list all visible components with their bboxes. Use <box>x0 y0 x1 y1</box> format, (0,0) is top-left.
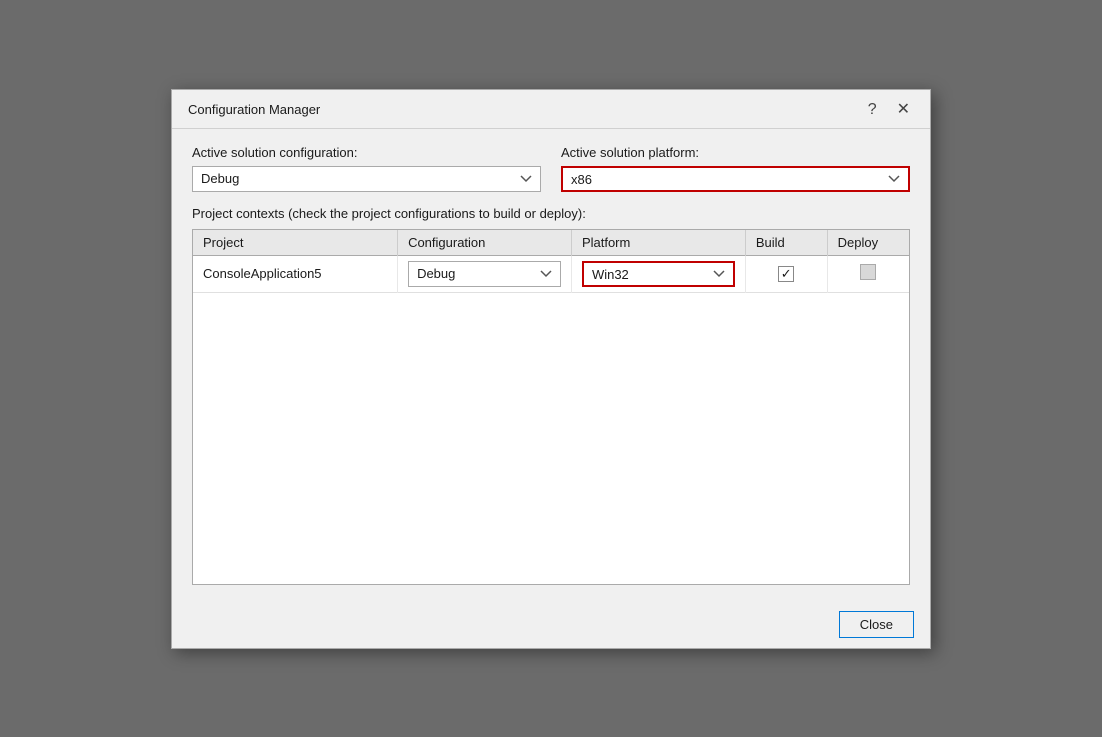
col-header-configuration: Configuration <box>398 230 572 256</box>
dialog-footer: Close <box>172 601 930 648</box>
project-name-cell: ConsoleApplication5 <box>193 255 398 292</box>
close-title-button[interactable]: ✕ <box>893 100 914 120</box>
top-controls: Active solution configuration: Debug Rel… <box>192 145 910 192</box>
solution-config-dropdown[interactable]: Debug Release <box>192 166 541 192</box>
table-row: ConsoleApplication5 Debug Release Win32 <box>193 255 909 292</box>
row-platform-dropdown[interactable]: Win32 x64 Any CPU <box>582 261 735 287</box>
deploy-checkbox[interactable] <box>860 264 876 280</box>
table-header-row: Project Configuration Platform Build Dep… <box>193 230 909 256</box>
configuration-cell: Debug Release <box>398 255 572 292</box>
dialog-body: Active solution configuration: Debug Rel… <box>172 129 930 601</box>
platform-cell: Win32 x64 Any CPU <box>571 255 745 292</box>
title-bar-left: Configuration Manager <box>188 102 320 117</box>
dialog-title: Configuration Manager <box>188 102 320 117</box>
configuration-manager-dialog: Configuration Manager ? ✕ Active solutio… <box>171 89 931 649</box>
col-header-project: Project <box>193 230 398 256</box>
help-button[interactable]: ? <box>864 100 881 120</box>
build-cell <box>745 255 827 292</box>
title-bar-controls: ? ✕ <box>864 100 914 120</box>
row-configuration-dropdown[interactable]: Debug Release <box>408 261 561 287</box>
close-button[interactable]: Close <box>839 611 914 638</box>
solution-platform-dropdown[interactable]: x86 x64 Any CPU <box>561 166 910 192</box>
col-header-deploy: Deploy <box>827 230 909 256</box>
active-solution-platform-group: Active solution platform: x86 x64 Any CP… <box>561 145 910 192</box>
solution-config-label: Active solution configuration: <box>192 145 541 160</box>
col-header-build: Build <box>745 230 827 256</box>
title-bar: Configuration Manager ? ✕ <box>172 90 930 129</box>
active-solution-configuration-group: Active solution configuration: Debug Rel… <box>192 145 541 192</box>
platform-dropdown-wrapper: x86 x64 Any CPU <box>561 166 910 192</box>
deploy-cell <box>827 255 909 292</box>
project-contexts-table: Project Configuration Platform Build Dep… <box>193 230 909 293</box>
col-header-platform: Platform <box>571 230 745 256</box>
project-contexts-table-container: Project Configuration Platform Build Dep… <box>192 229 910 585</box>
build-checkbox[interactable] <box>778 266 794 282</box>
row-platform-wrapper: Win32 x64 Any CPU <box>582 261 735 287</box>
solution-platform-label: Active solution platform: <box>561 145 910 160</box>
project-contexts-label: Project contexts (check the project conf… <box>192 206 910 221</box>
